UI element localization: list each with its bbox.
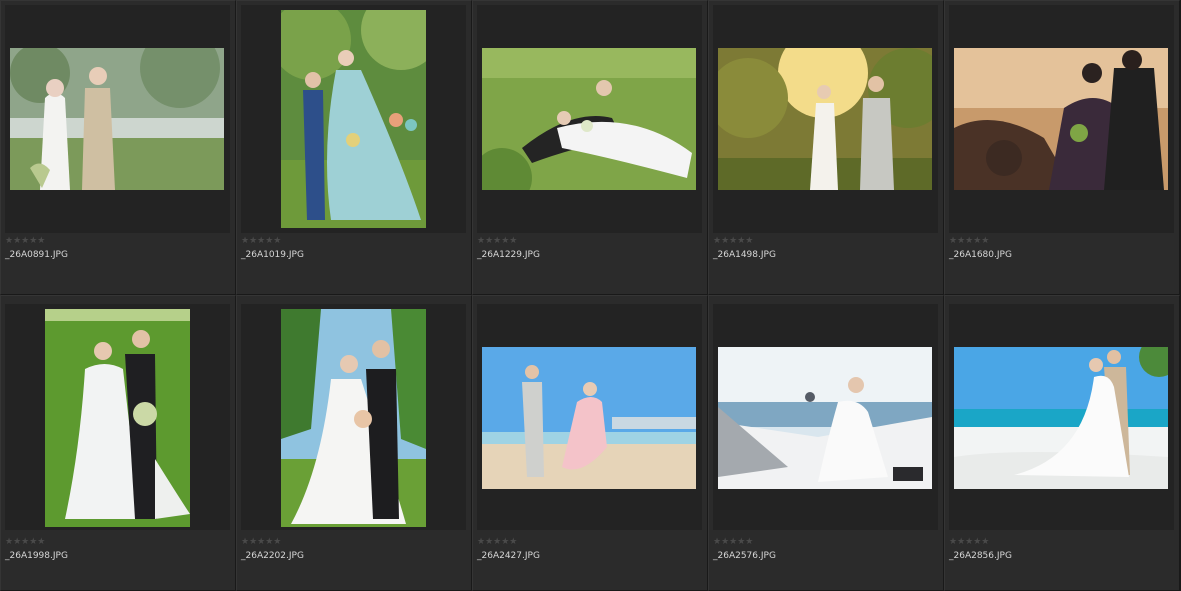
thumbnail-cell[interactable]: ★★★★★ _26A2576.JPG [708, 295, 944, 591]
thumbnail-image[interactable] [954, 48, 1168, 190]
thumbnail-cell[interactable]: ★★★★★ _26A0891.JPG [0, 0, 236, 295]
star-rating[interactable]: ★★★★★ [241, 537, 281, 547]
filename-label: _26A2856.JPG [949, 551, 1012, 561]
filename-label: _26A1229.JPG [477, 250, 540, 260]
star-rating[interactable]: ★★★★★ [949, 236, 989, 246]
thumbnail-frame [713, 5, 938, 233]
thumbnail-image[interactable] [281, 309, 426, 527]
thumbnail-image[interactable] [482, 347, 696, 489]
thumbnail-image[interactable] [10, 48, 224, 190]
thumbnail-cell[interactable]: ★★★★★ _26A1019.JPG [236, 0, 472, 295]
thumbnail-frame [949, 5, 1174, 233]
filename-label: _26A1680.JPG [949, 250, 1012, 260]
thumbnail-cell[interactable]: ★★★★★ _26A1229.JPG [472, 0, 708, 295]
star-rating[interactable]: ★★★★★ [713, 236, 753, 246]
star-rating[interactable]: ★★★★★ [949, 537, 989, 547]
thumbnail-frame [5, 5, 230, 233]
star-rating[interactable]: ★★★★★ [713, 537, 753, 547]
thumbnail-image[interactable] [281, 10, 426, 228]
star-rating[interactable]: ★★★★★ [5, 236, 45, 246]
thumbnail-cell[interactable]: ★★★★★ _26A1498.JPG [708, 0, 944, 295]
thumbnail-grid: ★★★★★ _26A0891.JPG ★★★★★ _26A1019.JPG ★★… [0, 0, 1181, 591]
thumbnail-cell[interactable]: ★★★★★ _26A1680.JPG [944, 0, 1180, 295]
thumbnail-image[interactable] [718, 347, 932, 489]
filename-label: _26A0891.JPG [5, 250, 68, 260]
filename-label: _26A2576.JPG [713, 551, 776, 561]
thumbnail-image[interactable] [954, 347, 1168, 489]
thumbnail-cell[interactable]: ★★★★★ _26A2856.JPG [944, 295, 1180, 591]
thumbnail-frame [949, 304, 1174, 530]
filename-label: _26A1498.JPG [713, 250, 776, 260]
star-rating[interactable]: ★★★★★ [477, 537, 517, 547]
filename-label: _26A2202.JPG [241, 551, 304, 561]
thumbnail-frame [477, 5, 702, 233]
filename-label: _26A2427.JPG [477, 551, 540, 561]
thumbnail-frame [241, 304, 466, 530]
star-rating[interactable]: ★★★★★ [5, 537, 45, 547]
star-rating[interactable]: ★★★★★ [241, 236, 281, 246]
thumbnail-cell[interactable]: ★★★★★ _26A2202.JPG [236, 295, 472, 591]
thumbnail-image[interactable] [718, 48, 932, 190]
thumbnail-image[interactable] [45, 309, 190, 527]
filename-label: _26A1998.JPG [5, 551, 68, 561]
thumbnail-cell[interactable]: ★★★★★ _26A1998.JPG [0, 295, 236, 591]
star-rating[interactable]: ★★★★★ [477, 236, 517, 246]
filename-label: _26A1019.JPG [241, 250, 304, 260]
thumbnail-frame [5, 304, 230, 530]
thumbnail-frame [241, 5, 466, 233]
thumbnail-cell[interactable]: ★★★★★ _26A2427.JPG [472, 295, 708, 591]
thumbnail-frame [477, 304, 702, 530]
thumbnail-frame [713, 304, 938, 530]
thumbnail-image[interactable] [482, 48, 696, 190]
